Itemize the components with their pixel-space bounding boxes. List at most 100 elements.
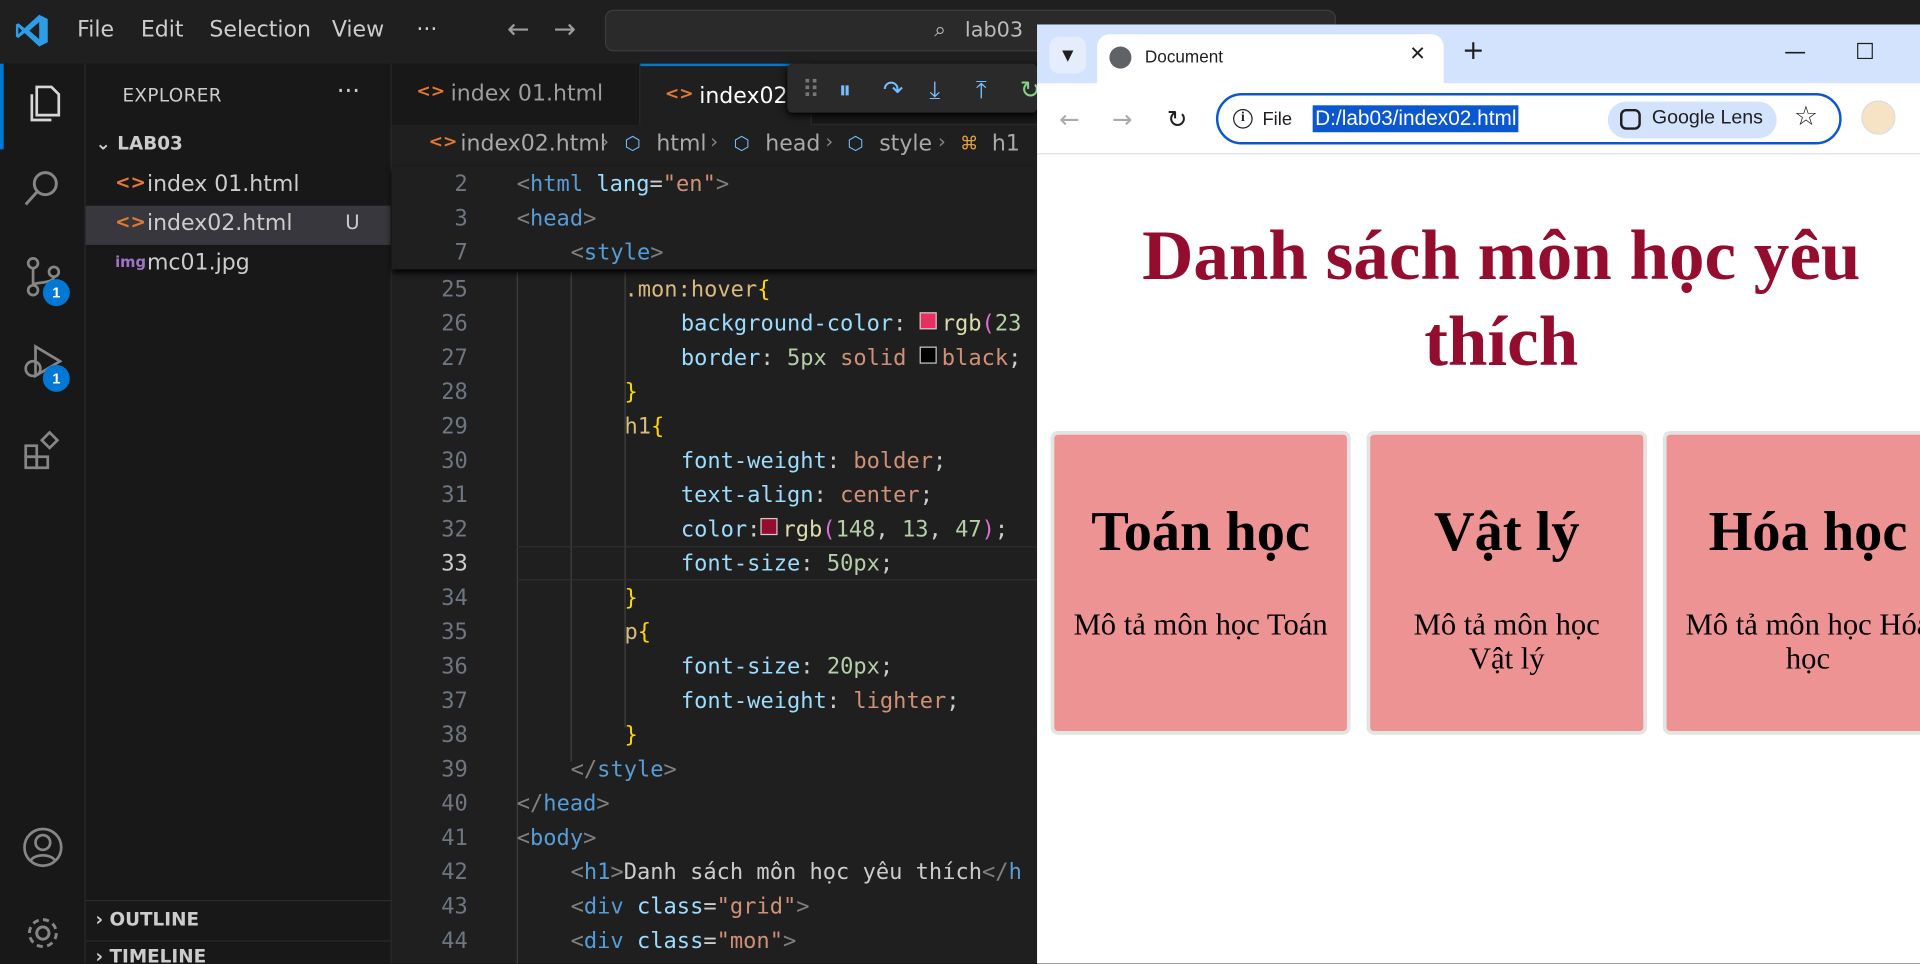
close-tab-icon[interactable]: ✕ (1409, 42, 1425, 65)
menu-file[interactable]: File (77, 17, 114, 43)
chevron-right-icon: › (95, 945, 110, 964)
google-lens-button[interactable]: Google Lens (1607, 101, 1777, 139)
drag-handle-icon[interactable]: ⠿ (802, 75, 820, 104)
line-number: 28 (441, 379, 468, 406)
step-over-icon[interactable]: ↷ (883, 75, 904, 104)
debug-toolbar: ⠿ ⏸ ↷ ⤓ ⤒ ↻ (787, 63, 1041, 113)
code-line[interactable]: <body> (517, 825, 597, 851)
pause-icon[interactable]: ⏸ (839, 75, 851, 104)
html-file-icon: <> (664, 84, 694, 105)
menu-view[interactable]: View (332, 17, 384, 43)
code-line[interactable]: <h1>Danh sách môn học yêu thích</h (571, 860, 1022, 886)
file-item[interactable]: <> index 01.html (86, 167, 391, 206)
chevron-right-icon: › (95, 908, 110, 931)
indent-guide (624, 271, 626, 728)
bookmark-star-icon[interactable]: ☆ (1794, 102, 1818, 133)
color-swatch-icon[interactable] (760, 517, 778, 536)
element-icon: ⬡ (847, 132, 864, 155)
breadcrumb-item[interactable]: html (656, 131, 706, 157)
color-swatch-icon[interactable] (919, 312, 937, 330)
code-line[interactable]: p{ (624, 620, 651, 646)
subject-card[interactable]: Toán học Mô tả môn học Toán (1050, 431, 1351, 735)
code-line[interactable]: } (624, 380, 637, 406)
menu-selection[interactable]: Selection (209, 17, 311, 43)
code-line[interactable]: } (624, 722, 637, 748)
search-icon[interactable] (21, 167, 65, 211)
breadcrumb-item[interactable]: index02.html (460, 131, 606, 157)
card-title: Hóa học (1708, 499, 1908, 563)
active-indicator (0, 63, 4, 150)
settings-gear-icon[interactable] (21, 911, 65, 955)
outline-section[interactable]: › OUTLINE (96, 909, 199, 931)
code-line[interactable]: <style> (571, 240, 664, 266)
back-arrow-icon[interactable]: ← (1059, 104, 1080, 133)
tab-index02[interactable]: <> index02.html (640, 63, 845, 125)
forward-arrow-icon[interactable]: → (1112, 104, 1133, 133)
minimize-icon[interactable]: — (1784, 39, 1806, 65)
maximize-icon[interactable]: ☐ (1855, 39, 1875, 65)
code-line[interactable]: border: 5px solid black; (681, 345, 1022, 371)
extensions-icon[interactable] (21, 429, 65, 473)
info-icon[interactable]: i (1233, 108, 1253, 129)
profile-avatar[interactable] (1861, 100, 1896, 135)
card-title: Toán học (1091, 499, 1310, 563)
breadcrumb-item[interactable]: head (765, 131, 820, 157)
step-into-icon[interactable]: ⤓ (929, 75, 940, 104)
line-number: 41 (441, 825, 468, 852)
code-line[interactable]: background-color: rgb(23 (681, 311, 1022, 337)
explorer-icon[interactable] (21, 82, 65, 126)
line-number: 26 (441, 311, 468, 337)
code-line[interactable]: font-size: 50px; (681, 551, 893, 577)
breadcrumb-item[interactable]: style (879, 131, 932, 157)
breadcrumb: <> index02.html › ⬡ html › ⬡ head › ⬡ st… (392, 125, 1037, 167)
address-bar[interactable]: i File D:/lab03/index02.html Google Lens… (1215, 93, 1842, 145)
forward-arrow-icon[interactable]: → (553, 15, 576, 46)
subject-card[interactable]: Vật lý Mô tả môn học Vật lý (1366, 431, 1647, 735)
line-number: 7 (454, 240, 468, 266)
code-line[interactable]: } (624, 585, 637, 611)
file-name: mc01.jpg (146, 249, 250, 276)
file-item-selected[interactable]: <> index02.html U (85, 205, 391, 245)
line-number: 30 (441, 448, 468, 474)
breadcrumb-item[interactable]: h1 (992, 131, 1020, 157)
tab-index01[interactable]: <> index 01.html (391, 63, 641, 125)
code-line[interactable]: font-weight: bolder; (681, 448, 946, 474)
timeline-section[interactable]: › TIMELINE (96, 945, 207, 963)
file-item[interactable]: img mc01.jpg (86, 245, 391, 284)
tab-search-chevron-icon[interactable]: ▼ (1049, 36, 1087, 74)
code-line[interactable]: <div class="grid"> (571, 894, 810, 920)
folder-lab03[interactable]: ⌄ LAB03 (96, 132, 183, 154)
line-number: 31 (441, 482, 468, 509)
web-page: Danh sách môn học yêu thích Toán học Mô … (1037, 155, 1920, 964)
code-line[interactable]: font-size: 20px; (681, 654, 893, 680)
subject-card[interactable]: Hóa học Mô tả môn học Hóa học (1662, 431, 1920, 735)
card-description: Mô tả môn học Vật lý (1413, 608, 1600, 676)
menu-more[interactable]: ··· (416, 17, 437, 43)
card-description: Mô tả môn học Toán (1073, 608, 1328, 642)
code-line[interactable]: .mon:hover{ (624, 277, 770, 303)
explorer-title: EXPLORER (122, 84, 222, 107)
selector-icon: ⌘ (960, 132, 979, 155)
code-line[interactable]: </style> (571, 757, 677, 783)
new-tab-plus-icon[interactable]: + (1462, 36, 1485, 67)
code-editor[interactable]: 25 .mon:hover{ 26 background-color: rgb(… (392, 271, 1038, 964)
code-line[interactable]: <div class="mon"> (571, 928, 797, 954)
url-text[interactable]: D:/lab03/index02.html (1312, 105, 1519, 133)
code-line[interactable]: text-align: center; (681, 482, 933, 508)
step-out-icon[interactable]: ⤒ (976, 75, 987, 104)
back-arrow-icon[interactable]: ← (507, 15, 530, 46)
menu-edit[interactable]: Edit (141, 17, 184, 43)
reload-icon[interactable]: ↻ (1167, 104, 1188, 133)
code-line[interactable]: color: rgb(148, 13, 47); (681, 517, 1008, 543)
color-swatch-icon[interactable] (919, 346, 937, 364)
file-name: index02.html (146, 210, 293, 237)
explorer-more-button[interactable]: ··· (337, 76, 360, 105)
code-line[interactable]: font-weight: lighter; (681, 688, 960, 714)
account-icon[interactable] (21, 825, 65, 869)
code-line[interactable]: </head> (517, 791, 610, 817)
browser-tab[interactable]: Document ✕ (1097, 34, 1444, 84)
code-line[interactable]: <head> (517, 206, 597, 232)
code-line[interactable]: <html lang="en"> (517, 171, 729, 197)
code-line[interactable]: h1{ (624, 414, 664, 440)
html-file-icon: <> (115, 210, 146, 233)
